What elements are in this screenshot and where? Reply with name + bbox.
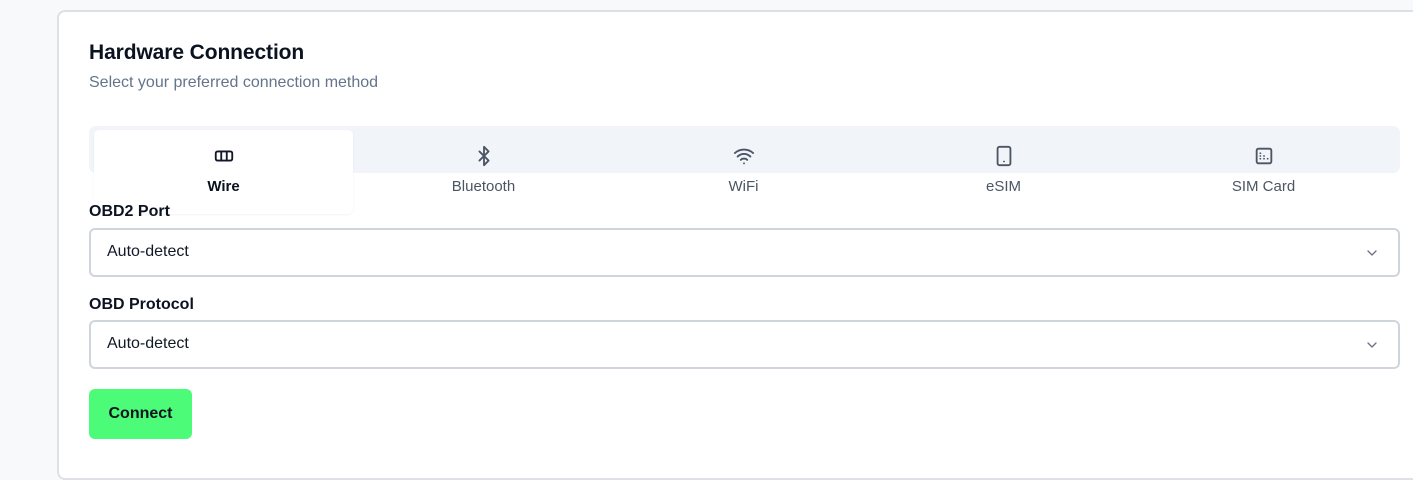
cable-icon: [214, 150, 233, 162]
tab-label: SIM Card: [1231, 178, 1296, 195]
chevron-down-icon: [1367, 342, 1377, 348]
port-select-value: Auto-detect: [107, 243, 189, 260]
tab-sim-card[interactable]: SIM Card: [1134, 130, 1393, 214]
tab-label: eSIM: [985, 178, 1021, 195]
page-title: Hardware Connection: [89, 41, 305, 64]
protocol-label: OBD Protocol: [89, 296, 194, 313]
port-label: OBD2 Port: [89, 203, 170, 220]
sim-card-icon: [1255, 147, 1272, 165]
smartphone-icon: [996, 145, 1011, 167]
tab-bluetooth[interactable]: Bluetooth: [354, 130, 613, 214]
protocol-select[interactable]: Auto-detect: [89, 320, 1400, 369]
tab-esim[interactable]: eSIM: [874, 130, 1133, 214]
protocol-select-value: Auto-detect: [107, 335, 189, 352]
tab-wifi[interactable]: WiFi: [614, 130, 873, 214]
page-subtitle: Select your preferred connection method: [89, 74, 379, 91]
tab-wire[interactable]: Wire: [94, 130, 353, 214]
chevron-down-icon: [1367, 250, 1377, 256]
tab-label: WiFi: [728, 178, 759, 195]
bluetooth-icon: [478, 145, 489, 167]
tab-label: Bluetooth: [451, 178, 516, 195]
port-select[interactable]: Auto-detect: [89, 228, 1400, 277]
connect-button[interactable]: Connect: [89, 389, 192, 439]
wifi-icon: [733, 148, 754, 165]
tab-label: Wire: [207, 178, 240, 195]
